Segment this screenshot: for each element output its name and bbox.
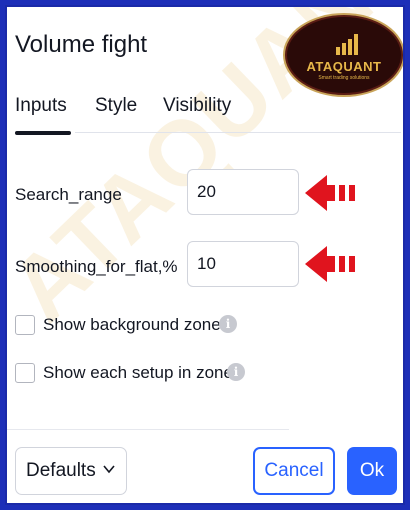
cancel-button[interactable]: Cancel	[253, 447, 335, 495]
info-icon[interactable]: i	[219, 315, 237, 333]
logo-text: ATAQUANT	[306, 59, 382, 74]
tab-inputs[interactable]: Inputs	[15, 95, 67, 117]
smoothing-input[interactable]: 10	[187, 241, 299, 287]
search-range-input[interactable]: 20	[187, 169, 299, 215]
red-arrow-icon	[305, 175, 355, 211]
defaults-label: Defaults	[26, 460, 96, 481]
dialog-title: Volume fight	[15, 31, 148, 58]
tab-bar: Inputs Style Visibility	[15, 95, 401, 135]
tab-style[interactable]: Style	[95, 95, 137, 117]
show-background-zones-label[interactable]: Show background zones	[43, 315, 229, 335]
show-each-setup-checkbox[interactable]	[15, 363, 35, 383]
footer-divider	[7, 429, 289, 430]
tab-visibility[interactable]: Visibility	[163, 95, 231, 117]
show-each-setup-label[interactable]: Show each setup in zone	[43, 363, 233, 383]
active-tab-indicator	[15, 131, 71, 135]
ok-button[interactable]: Ok	[347, 447, 397, 495]
chevron-down-icon	[103, 465, 115, 474]
search-range-label: Search_range	[15, 185, 122, 204]
defaults-dropdown[interactable]: Defaults	[15, 447, 127, 495]
info-icon[interactable]: i	[227, 363, 245, 381]
logo-tagline: Smart trading solutions	[318, 75, 370, 81]
bar-chart-icon	[336, 34, 358, 55]
tab-divider	[75, 132, 401, 133]
dialog-window: ATAQUANT Volume fight ATAQUANT Smart tra…	[5, 5, 405, 505]
smoothing-label: Smoothing_for_flat,%	[15, 257, 178, 276]
show-background-zones-checkbox[interactable]	[15, 315, 35, 335]
red-arrow-icon	[305, 246, 355, 282]
ataquant-logo: ATAQUANT Smart trading solutions	[283, 13, 403, 97]
